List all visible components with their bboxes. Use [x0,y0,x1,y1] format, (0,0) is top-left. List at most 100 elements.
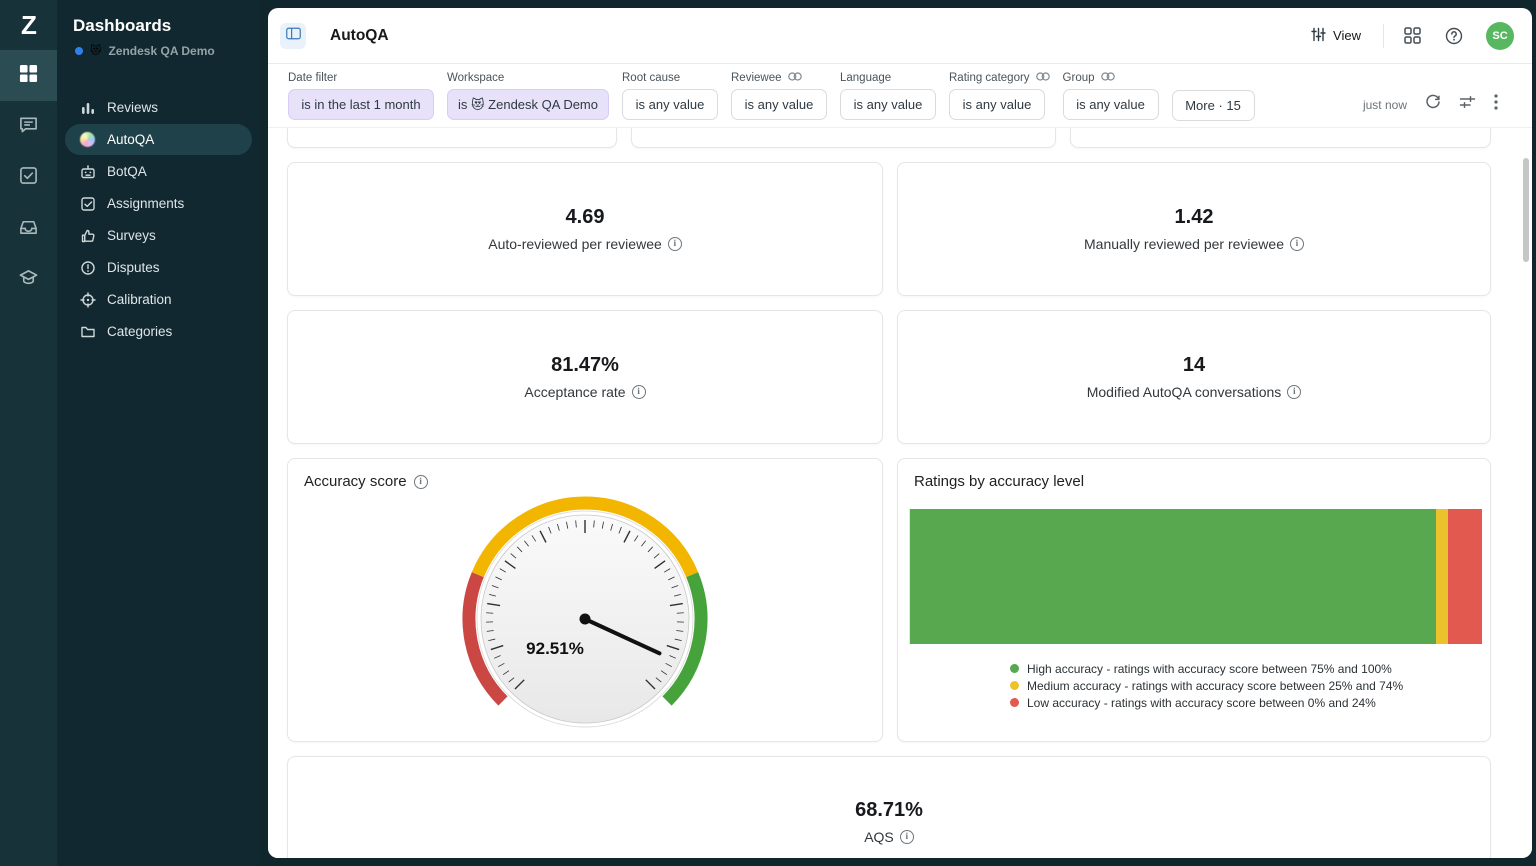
sidebar-item-label: Categories [107,324,172,339]
partial-card [1070,128,1491,148]
checkbox-icon [79,195,96,212]
stat-value: 4.69 [566,206,605,229]
sidebar-item-calibration[interactable]: Calibration [65,284,252,315]
workspace-name: Zendesk QA Demo [108,44,214,58]
help-icon[interactable] [1444,26,1464,46]
thumbs-up-icon [79,227,96,244]
sidebar-item-disputes[interactable]: Disputes [65,252,252,283]
sidebar-item-categories[interactable]: Categories [65,316,252,347]
refresh-icon[interactable] [1425,94,1441,115]
target-icon [79,291,96,308]
more-filters-chip[interactable]: More · 15 [1172,90,1255,121]
bar-segment-low[interactable] [1448,509,1482,644]
chart-title: Ratings by accuracy level [914,473,1084,490]
bar-segment-medium[interactable] [1436,509,1448,644]
sliders-icon [1311,27,1326,45]
date-filter-chip[interactable]: is in the last 1 month [288,89,434,120]
legend-item-high: High accuracy - ratings with accuracy sc… [1010,660,1490,677]
kebab-menu-icon[interactable] [1494,94,1498,115]
legend-item-low: Low accuracy - ratings with accuracy sco… [1010,694,1490,711]
top-bar: AutoQA View SC [268,8,1532,64]
gauge-value-label: 92.51% [526,639,584,658]
root-cause-filter-chip[interactable]: is any value [622,89,718,120]
link-icon [788,72,802,84]
filter-label: Root cause [622,72,680,84]
scrollbar-thumb[interactable] [1523,158,1529,262]
sidebar-item-botqa[interactable]: BotQA [65,156,252,187]
conversations-chat-icon [19,115,38,139]
legend-text: Medium accuracy - ratings with accuracy … [1027,679,1403,693]
inbox-tray-icon [19,217,38,241]
filter-bar: Date filter is in the last 1 month Works… [268,64,1532,128]
dashboards-grid-icon [19,64,38,88]
stat-value: 14 [1183,354,1205,377]
sidebar-item-assignments[interactable]: Assignments [65,188,252,219]
language-filter-chip[interactable]: is any value [840,89,936,120]
bar-chart-icon [79,99,96,116]
dashboards-sidebar: Dashboards 😻 Zendesk QA Demo Reviews Aut… [57,0,260,866]
info-icon[interactable] [632,385,646,399]
stat-value: 1.42 [1175,206,1214,229]
sidebar-item-reviews[interactable]: Reviews [65,92,252,123]
info-icon[interactable] [900,830,914,844]
info-icon[interactable] [1287,385,1301,399]
filter-group: Group is any value [1063,72,1159,127]
sidebar-item-label: Calibration [107,292,172,307]
filter-label: Date filter [288,72,337,84]
apps-grid-icon[interactable] [1402,26,1422,46]
last-updated-text: just now [1363,98,1407,112]
rail-item-tasks[interactable] [0,152,57,203]
zendesk-logo[interactable]: Z [0,0,57,50]
autoqa-gradient-icon [79,131,96,148]
filter-label: Reviewee [731,72,782,84]
topbar-actions: View SC [1311,22,1514,50]
filter-label: Workspace [447,72,504,84]
legend-dot-low [1010,698,1019,707]
group-filter-chip[interactable]: is any value [1063,89,1159,120]
rail-item-coaching[interactable] [0,254,57,305]
filter-lines-icon[interactable] [1459,95,1476,114]
workspace-indicator[interactable]: 😻 Zendesk QA Demo [57,44,260,58]
sidebar-item-autoqa[interactable]: AutoQA [65,124,252,155]
stat-card-acceptance-rate: 81.47% Acceptance rate [287,310,883,444]
info-icon[interactable] [668,237,682,251]
reviewee-filter-chip[interactable]: is any value [731,89,827,120]
sidebar-item-surveys[interactable]: Surveys [65,220,252,251]
filter-date: Date filter is in the last 1 month [288,72,434,127]
user-avatar[interactable]: SC [1486,22,1514,50]
bar-segment-high[interactable] [909,509,1436,644]
stat-label: Acceptance rate [524,384,625,400]
legend-text: Low accuracy - ratings with accuracy sco… [1027,696,1376,710]
stat-card-modified-autoqa: 14 Modified AutoQA conversations [897,310,1491,444]
refresh-cluster: just now [1363,94,1498,115]
legend-dot-high [1010,664,1019,673]
info-icon[interactable] [414,475,428,489]
sidebar-item-label: AutoQA [107,132,154,147]
link-icon [1101,72,1115,84]
stat-label: AQS [864,829,894,845]
rail-item-dashboards[interactable] [0,50,57,101]
filter-label: Rating category [949,72,1030,84]
workspace-filter-chip[interactable]: is 😻 Zendesk QA Demo [447,89,609,120]
chart-legend: High accuracy - ratings with accuracy sc… [1010,660,1490,711]
topbar-divider [1383,24,1384,48]
legend-item-medium: Medium accuracy - ratings with accuracy … [1010,677,1490,694]
ratings-accuracy-card: Ratings by accuracy level High accuracy … [897,458,1491,742]
workspace-emoji: 😻 [90,46,101,57]
filter-more: More · 15 [1172,72,1255,127]
rating-category-filter-chip[interactable]: is any value [949,89,1045,120]
sidebar-menu: Reviews AutoQA BotQA Assignments Surveys [57,92,260,347]
dashboard-content: 4.69 Auto-reviewed per reviewee 1.42 Man… [268,128,1532,858]
alert-circle-icon [79,259,96,276]
legend-dot-medium [1010,681,1019,690]
panel-layout-icon [286,27,301,45]
partial-card-row [287,128,1491,148]
sidebar-toggle-button[interactable] [280,23,306,49]
rail-item-inbox[interactable] [0,203,57,254]
info-icon[interactable] [1290,237,1304,251]
link-icon [1036,72,1050,84]
view-button[interactable]: View [1311,27,1361,45]
folder-icon [79,323,96,340]
legend-text: High accuracy - ratings with accuracy sc… [1027,662,1392,676]
rail-item-conversations[interactable] [0,101,57,152]
